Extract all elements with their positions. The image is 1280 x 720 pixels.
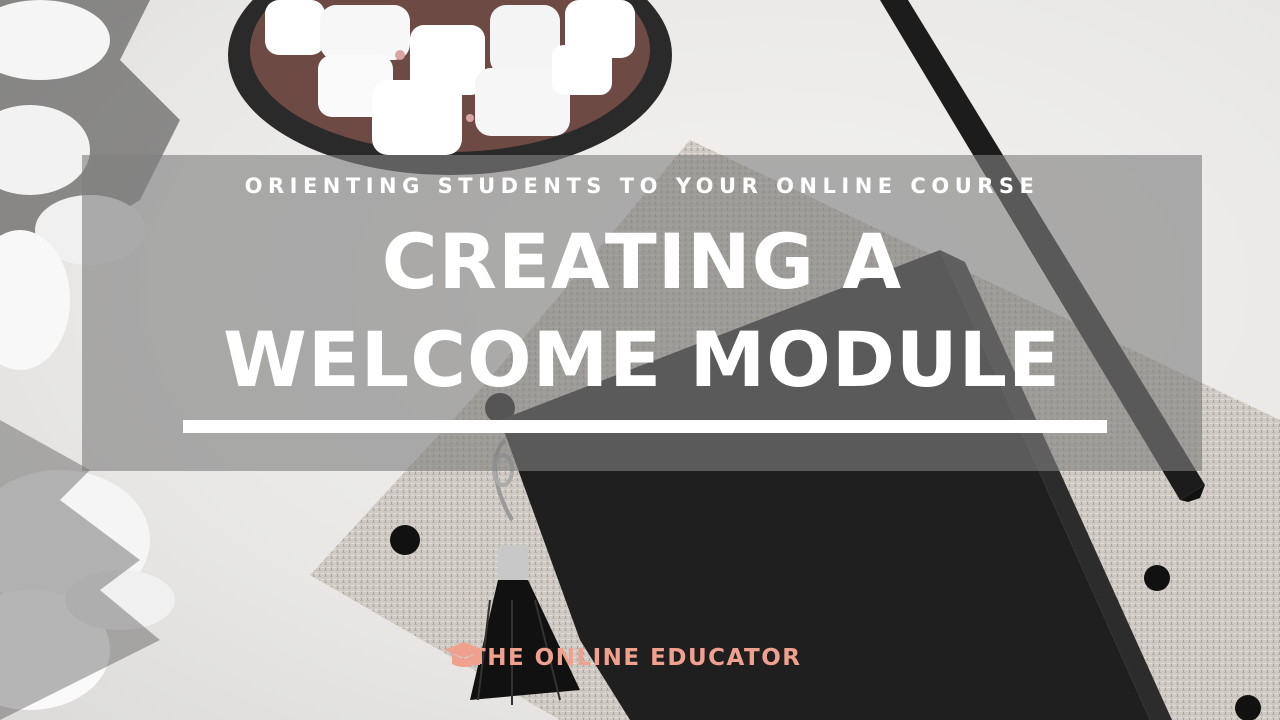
hot-cocoa-mug [228,0,672,175]
title-underline [183,420,1107,433]
thumbnail-canvas: ORIENTING STUDENTS TO YOUR ONLINE COURSE… [0,0,1280,720]
brand-logo: THE ONLINE EDUCATOR [440,638,801,678]
title-line-1: CREATING A [381,217,903,306]
title-line-2: WELCOME MODULE [223,315,1061,404]
brand-name: THE ONLINE EDUCATOR [470,645,802,671]
subtitle: ORIENTING STUDENTS TO YOUR ONLINE COURSE [244,174,1040,198]
